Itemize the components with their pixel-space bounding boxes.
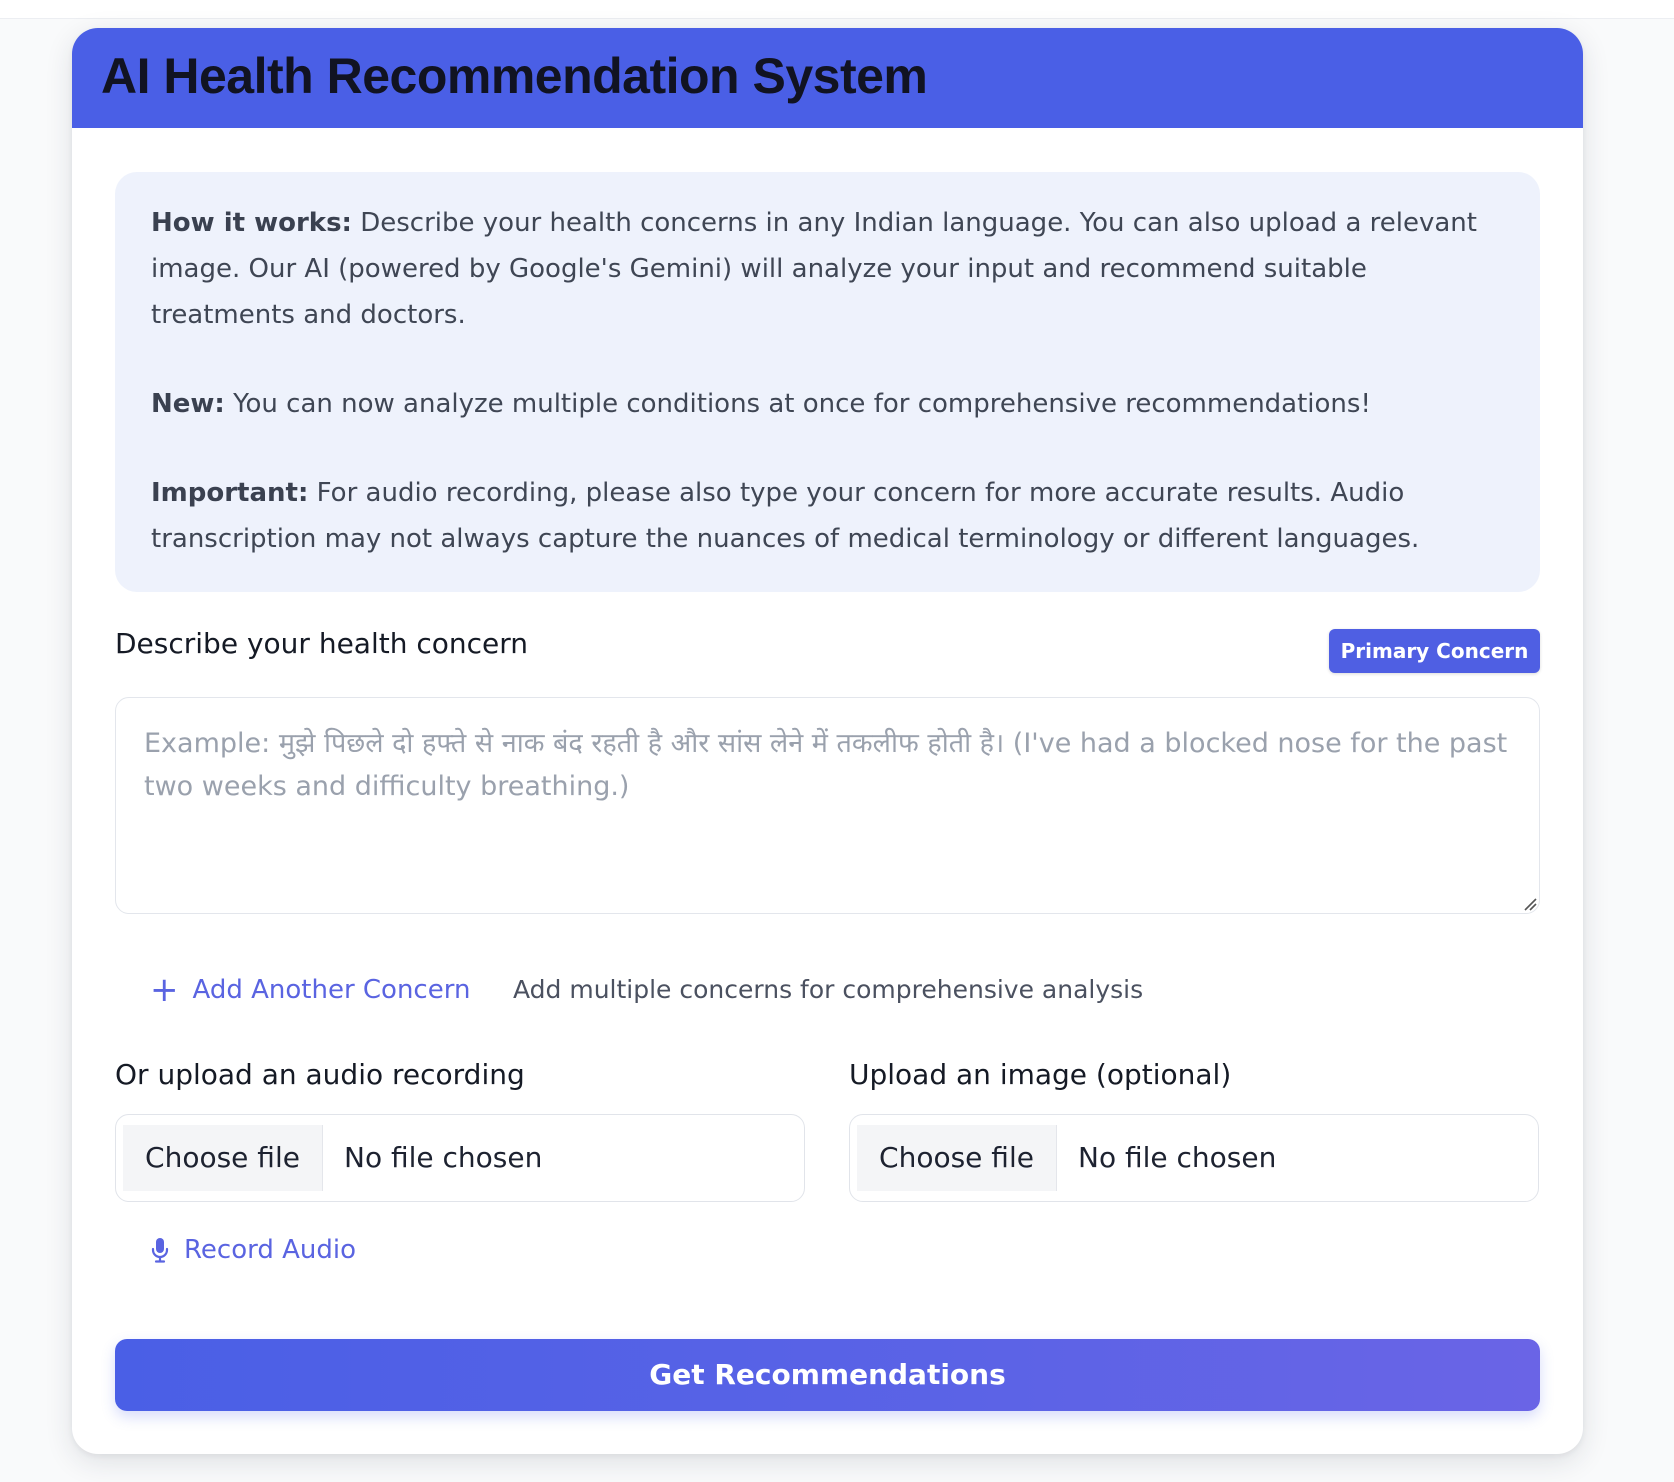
get-recommendations-button[interactable]: Get Recommendations [115, 1339, 1540, 1411]
primary-concern-badge: Primary Concern [1329, 629, 1540, 673]
add-another-concern-button[interactable]: + Add Another Concern [150, 972, 470, 1008]
health-concern-textarea[interactable] [115, 697, 1540, 914]
new-text: You can now analyze multiple conditions … [224, 389, 1371, 419]
audio-file-input[interactable]: Choose file No file chosen [115, 1114, 805, 1202]
image-upload-label: Upload an image (optional) [849, 1058, 1232, 1091]
how-it-works-paragraph: How it works: Describe your health conce… [151, 200, 1504, 338]
image-file-input[interactable]: Choose file No file chosen [849, 1114, 1539, 1202]
how-it-works-box: How it works: Describe your health conce… [115, 172, 1540, 592]
image-choose-file-button[interactable]: Choose file [857, 1125, 1057, 1191]
page-title: AI Health Recommendation System [101, 48, 928, 104]
record-audio-label: Record Audio [184, 1235, 356, 1265]
audio-choose-file-button[interactable]: Choose file [123, 1125, 323, 1191]
concern-label: Describe your health concern [115, 627, 529, 660]
important-paragraph: Important: For audio recording, please a… [151, 470, 1504, 562]
important-label: Important: [151, 478, 309, 508]
image-file-status: No file chosen [1078, 1141, 1277, 1174]
important-text: For audio recording, please also type yo… [151, 478, 1420, 554]
add-another-concern-label: Add Another Concern [192, 975, 471, 1005]
audio-file-status: No file chosen [344, 1141, 543, 1174]
audio-upload-label: Or upload an audio recording [115, 1058, 525, 1091]
card-header: AI Health Recommendation System [72, 28, 1583, 128]
resize-grip-icon[interactable] [1523, 897, 1537, 911]
new-label: New: [151, 389, 225, 419]
plus-icon: + [150, 970, 179, 1010]
browser-top-strip [0, 0, 1674, 19]
how-it-works-label: How it works: [151, 208, 352, 238]
record-audio-button[interactable]: Record Audio [150, 1232, 356, 1268]
microphone-icon [151, 1238, 169, 1263]
new-feature-paragraph: New: You can now analyze multiple condit… [151, 381, 1504, 427]
add-concern-hint: Add multiple concerns for comprehensive … [513, 975, 1144, 1004]
